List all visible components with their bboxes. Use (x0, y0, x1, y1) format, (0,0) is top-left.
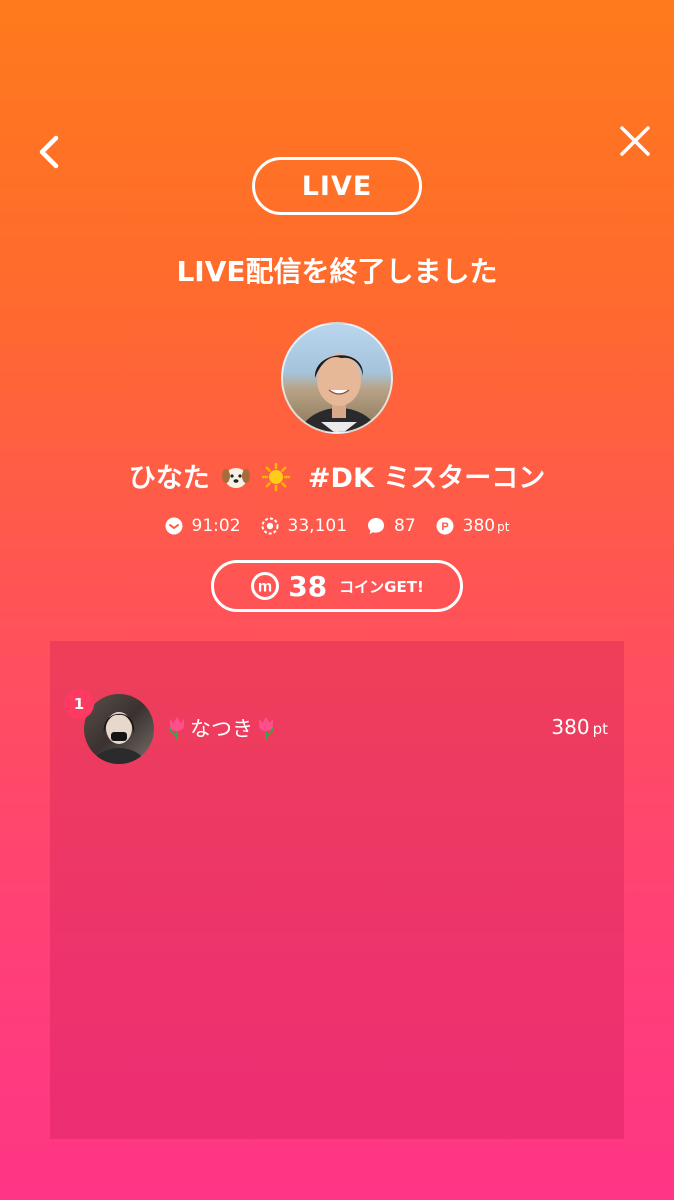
ranking-panel: 1 なつき 380 pt (50, 641, 624, 1139)
supporter-name: なつき (166, 713, 277, 743)
puppy-icon (222, 468, 251, 488)
streamer-name-suffix: #DK ミスターコン (307, 463, 546, 494)
close-button[interactable] (612, 118, 658, 164)
views-stat: 33,101 (261, 516, 347, 536)
supporter-name-text: なつき (190, 717, 253, 741)
supporter-points-value: 380 (551, 715, 590, 739)
supporter-portrait (90, 712, 148, 764)
streamer-name-prefix: ひなた (128, 463, 210, 494)
views-value: 33,101 (287, 516, 348, 536)
duration-value: 91:02 (191, 516, 241, 536)
comment-icon (368, 518, 385, 534)
supporter-points-unit: pt (592, 720, 608, 738)
svg-text:m: m (258, 579, 272, 596)
svg-text:P: P (441, 521, 448, 533)
coin-label: コインGET! (339, 577, 424, 596)
stats-row: 91:02 33,101 87 P 380 pt (0, 516, 674, 536)
coin-icon: m (251, 572, 280, 600)
supporter-points: 380 pt (551, 715, 608, 739)
streamer-name: ひなた #DK ミスターコン (0, 456, 674, 495)
views-icon (261, 517, 279, 535)
coin-get-badge: m 38 コインGET! (211, 560, 463, 612)
sun-icon (261, 462, 290, 492)
clock-icon (165, 517, 183, 535)
ranking-row[interactable]: 1 なつき 380 pt (50, 689, 624, 769)
live-ended-title: LIVE配信を終了しました (176, 255, 498, 288)
back-icon (39, 135, 59, 169)
points-icon: P (436, 517, 454, 535)
avatar-portrait (298, 354, 380, 432)
comments-value: 87 (394, 516, 416, 536)
points-stat: P 380 pt (436, 516, 510, 536)
points-unit: pt (497, 520, 510, 534)
comments-stat: 87 (367, 516, 416, 536)
duration-stat: 91:02 (165, 516, 241, 536)
supporter-avatar[interactable] (84, 694, 154, 764)
back-button[interactable] (28, 128, 76, 176)
rank-badge: 1 (64, 689, 94, 719)
close-icon (620, 126, 650, 156)
tulip-icon (259, 717, 274, 740)
live-badge: LIVE (252, 157, 422, 215)
points-value: 380 (462, 516, 496, 536)
streamer-avatar[interactable] (281, 322, 393, 434)
tulip-icon (169, 717, 184, 740)
coin-count: 38 (288, 569, 328, 603)
